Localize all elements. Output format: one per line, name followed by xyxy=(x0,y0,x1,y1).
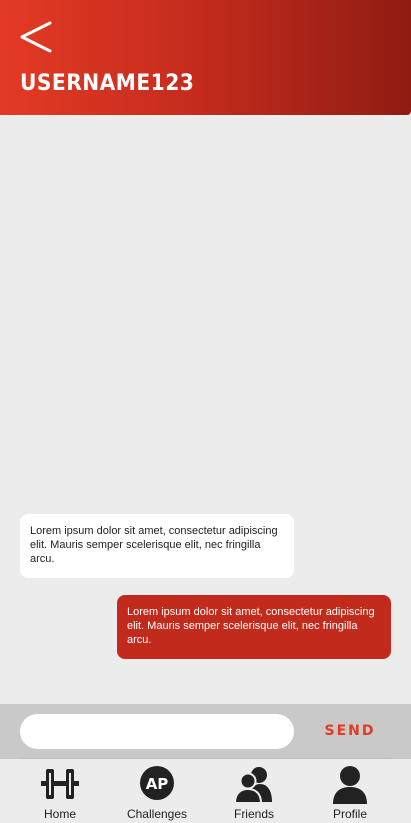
nav-label-profile: Profile xyxy=(332,807,367,821)
ap-badge-icon: AP xyxy=(140,766,174,800)
back-button[interactable] xyxy=(18,18,56,56)
nav-item-challenges[interactable]: AP Challenges xyxy=(112,759,202,823)
chat-header: USERNAME123 xyxy=(0,0,411,115)
message-input[interactable] xyxy=(20,714,294,749)
bottom-navigation: Home AP Challenges Friends Profile xyxy=(0,759,411,823)
nav-label-challenges: Challenges xyxy=(126,807,188,821)
chat-username-title: USERNAME123 xyxy=(20,71,195,96)
chevron-left-icon xyxy=(20,21,52,53)
nav-label-friends: Friends xyxy=(233,807,274,821)
message-composer: SEND xyxy=(0,704,411,759)
dumbbell-icon xyxy=(41,769,79,799)
nav-item-home[interactable]: Home xyxy=(15,759,105,823)
nav-label-home: Home xyxy=(43,807,76,821)
nav-item-friends[interactable]: Friends xyxy=(209,759,299,823)
outgoing-message-bubble: Lorem ipsum dolor sit amet, consectetur … xyxy=(117,595,391,659)
chat-message-area[interactable]: Lorem ipsum dolor sit amet, consectetur … xyxy=(0,115,411,704)
svg-text:AP: AP xyxy=(146,775,169,793)
profile-icon xyxy=(333,766,367,804)
nav-item-profile[interactable]: Profile xyxy=(305,759,395,823)
send-button[interactable]: SEND xyxy=(318,723,382,743)
incoming-message-bubble: Lorem ipsum dolor sit amet, consectetur … xyxy=(20,514,294,578)
friends-icon xyxy=(234,767,272,804)
